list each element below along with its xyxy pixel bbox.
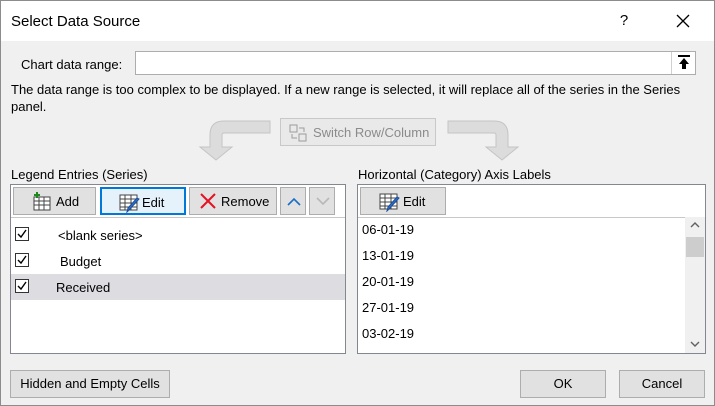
switch-row-column-button[interactable]: Switch Row/Column	[280, 118, 436, 146]
axis-label-item: 06-01-19	[362, 222, 415, 237]
scroll-down-button[interactable]	[685, 336, 705, 353]
move-series-down-button[interactable]	[309, 187, 335, 215]
select-data-source-dialog: Select Data Source ? Chart data range: T…	[0, 0, 715, 406]
remove-x-icon	[200, 193, 216, 209]
chevron-down-icon	[690, 341, 700, 347]
chevron-up-icon	[690, 222, 700, 228]
edit-table-icon	[119, 194, 140, 213]
chart-data-range-input[interactable]	[135, 51, 696, 75]
edit-series-button[interactable]: Edit	[100, 187, 186, 215]
scroll-thumb[interactable]	[686, 237, 704, 257]
axis-label-item: 03-02-19	[362, 326, 415, 341]
chart-data-range-label: Chart data range:	[21, 57, 123, 72]
collapse-dialog-button[interactable]	[671, 52, 695, 74]
switch-row-column-label: Switch Row/Column	[313, 125, 430, 140]
move-series-up-button[interactable]	[280, 187, 306, 215]
series-checkbox[interactable]	[15, 279, 29, 293]
edit-axis-labels-button[interactable]: Edit	[360, 187, 446, 215]
axis-labels-title: Horizontal (Category) Axis Labels	[358, 167, 551, 182]
series-item[interactable]: <blank series>	[11, 222, 345, 248]
toolbar-divider	[11, 217, 345, 218]
remove-series-button[interactable]: Remove	[189, 187, 277, 215]
help-button[interactable]: ?	[606, 7, 642, 35]
series-item[interactable]: Budget	[11, 248, 345, 274]
hidden-empty-cells-button[interactable]: Hidden and Empty Cells	[10, 370, 170, 398]
add-series-icon	[33, 192, 51, 211]
axis-label-item: 20-01-19	[362, 274, 415, 289]
remove-series-label: Remove	[221, 194, 270, 209]
ok-button[interactable]: OK	[520, 370, 606, 398]
series-name: Received	[56, 280, 111, 295]
complex-range-note: The data range is too complex to be disp…	[11, 82, 681, 114]
chevron-down-icon	[316, 197, 330, 206]
check-icon	[17, 229, 27, 239]
axis-label-item: 27-01-19	[362, 300, 415, 315]
series-name: <blank series>	[58, 228, 143, 243]
collapse-dialog-icon	[678, 55, 690, 69]
legend-entries-label: Legend Entries (Series)	[11, 167, 148, 182]
add-series-button[interactable]: Add	[13, 187, 96, 215]
left-curved-arrow-icon	[198, 120, 271, 161]
chevron-up-icon	[287, 197, 301, 206]
edit-series-label: Edit	[142, 195, 165, 210]
title-bar: Select Data Source ?	[1, 1, 714, 41]
right-curved-arrow-icon	[447, 120, 520, 161]
series-checkbox[interactable]	[15, 227, 29, 241]
switch-row-column-icon	[289, 124, 307, 142]
edit-axis-labels-label: Edit	[403, 194, 426, 209]
close-icon	[676, 14, 690, 28]
close-button[interactable]	[661, 7, 705, 35]
edit-table-icon	[379, 193, 400, 212]
series-item-selected[interactable]: Received	[11, 274, 345, 300]
check-icon	[17, 255, 27, 265]
axis-label-item: 13-01-19	[362, 248, 415, 263]
help-icon: ?	[619, 12, 629, 29]
axis-labels-panel: Edit 06-01-19 13-01-19 20-01-19 27-01-19…	[357, 184, 706, 354]
axis-labels-scrollbar[interactable]	[685, 217, 705, 353]
check-icon	[17, 281, 27, 291]
cancel-button[interactable]: Cancel	[619, 370, 705, 398]
series-checkbox[interactable]	[15, 253, 29, 267]
series-name: Budget	[60, 254, 102, 269]
dialog-title: Select Data Source	[11, 13, 141, 30]
add-series-label: Add	[56, 194, 80, 209]
scroll-up-button[interactable]	[685, 217, 705, 234]
legend-entries-panel: Add Edit Remove <blank series> Budget Re…	[10, 184, 346, 354]
